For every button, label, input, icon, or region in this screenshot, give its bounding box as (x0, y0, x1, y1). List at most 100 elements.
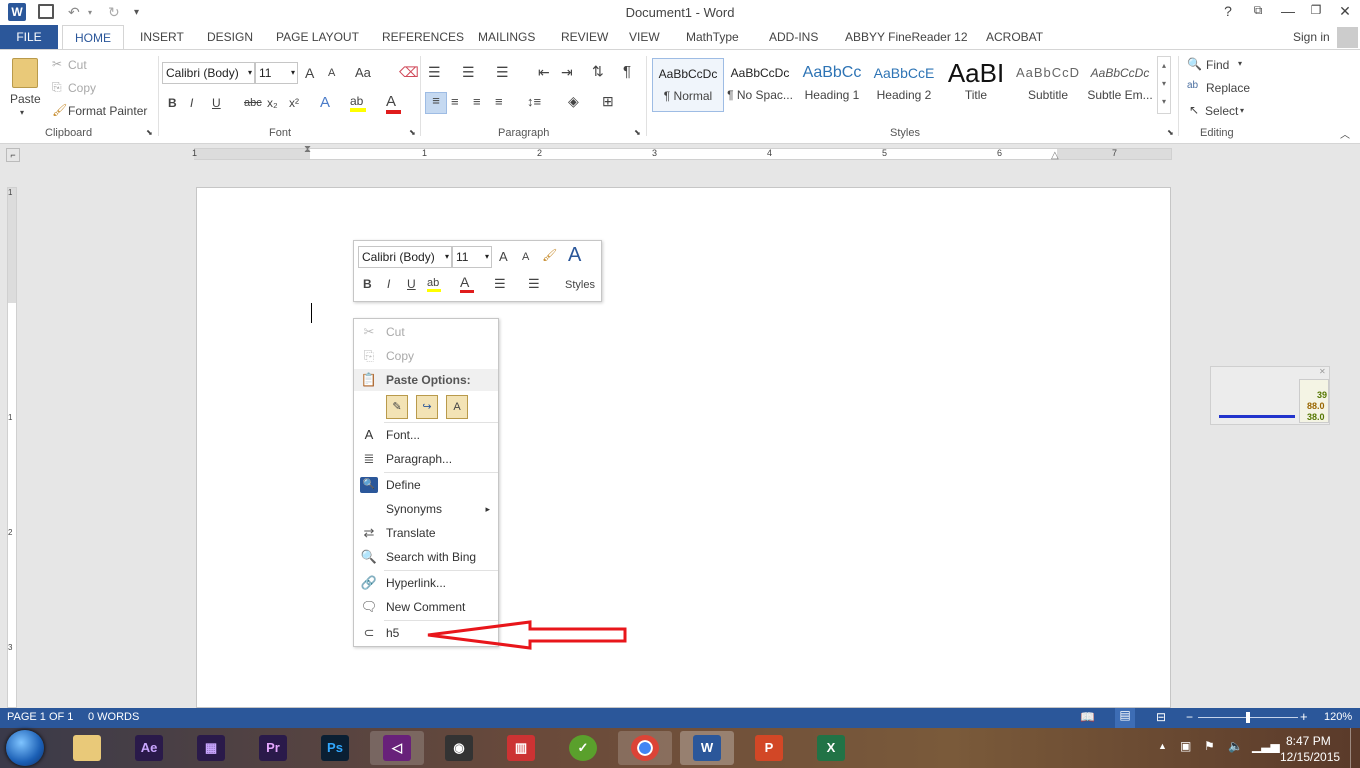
line-spacing-icon[interactable]: ↕≡ (527, 94, 541, 109)
menu-translate[interactable]: ⇄ Translate (354, 522, 498, 544)
align-center-icon[interactable]: ≡ (451, 94, 459, 109)
text-effects-button[interactable]: A (320, 94, 330, 111)
copy-button[interactable]: Copy (68, 81, 96, 95)
align-right-icon[interactable]: ≡ (473, 94, 481, 109)
align-left-icon[interactable]: ≡ (425, 92, 447, 114)
show-desktop-button[interactable] (1350, 728, 1360, 768)
shrink-font-button[interactable]: A (328, 67, 335, 79)
format-painter-button[interactable]: Format Painter (68, 104, 147, 118)
font-name-select[interactable]: Calibri (Body) ▾ (162, 62, 255, 84)
select-dropdown-icon[interactable]: ▾ (1240, 106, 1244, 115)
zoom-slider-thumb[interactable] (1246, 712, 1250, 723)
widget-close-icon[interactable]: ✕ (1319, 367, 1326, 376)
styles-scroll[interactable]: ▴ ▾ ▾ (1157, 56, 1171, 114)
clock-date[interactable]: 12/15/2015 (1280, 750, 1340, 764)
tab-page-layout[interactable]: PAGE LAYOUT (276, 30, 359, 44)
document-page[interactable] (196, 187, 1171, 708)
mini-styles-icon[interactable]: A (568, 244, 581, 267)
tray-flag-icon[interactable]: ⚑ (1204, 739, 1215, 753)
vertical-ruler[interactable]: 1 1 2 3 (7, 187, 17, 708)
mini-bold-button[interactable]: B (363, 277, 372, 291)
grow-font-button[interactable]: A (305, 65, 314, 81)
tab-insert[interactable]: INSERT (140, 30, 184, 44)
clock-time[interactable]: 8:47 PM (1286, 734, 1331, 748)
style-no-spacing[interactable]: AaBbCcDc ¶ No Spac... (724, 58, 796, 112)
style-heading-1[interactable]: AaBbCc Heading 1 (796, 58, 868, 112)
left-indent-marker-icon[interactable]: ⧗ (304, 144, 311, 155)
menu-synonyms[interactable]: Synonyms ▸ (354, 498, 498, 520)
paste-dropdown-icon[interactable]: ▾ (20, 108, 24, 117)
menu-paragraph[interactable]: ≣ Paragraph... (354, 448, 498, 470)
paragraph-launcher-icon[interactable]: ⬊ (634, 128, 641, 137)
tray-device-icon[interactable]: ▣ (1180, 739, 1191, 753)
mini-font-color-icon[interactable]: A (460, 274, 474, 293)
paste-keep-source-icon[interactable]: ✎ (386, 395, 408, 419)
read-mode-icon[interactable]: 📖 (1080, 710, 1095, 724)
explorer-taskbar-button[interactable] (60, 731, 114, 765)
volume-icon[interactable]: 🔈 (1228, 739, 1243, 753)
mini-shrink-font-icon[interactable]: A (522, 251, 529, 263)
highlight-button[interactable]: ab (350, 94, 366, 112)
bold-button[interactable]: B (168, 96, 177, 110)
increase-indent-icon[interactable]: ⇥ (561, 64, 573, 81)
style-subtitle[interactable]: AaBbCcD Subtitle (1012, 58, 1084, 112)
word-count[interactable]: 0 WORDS (88, 711, 139, 723)
style-heading-2[interactable]: AaBbCcE Heading 2 (868, 58, 940, 112)
numbering-icon[interactable]: ☰ (462, 64, 475, 81)
tab-selector-icon[interactable]: ⌐ (6, 148, 20, 162)
strikethrough-button[interactable]: abc (244, 97, 262, 109)
tab-mathtype[interactable]: MathType (686, 30, 739, 44)
font-size-select[interactable]: 11 ▾ (255, 62, 298, 84)
menu-hyperlink[interactable]: 🔗 Hyperlink... (354, 572, 498, 594)
tab-mailings[interactable]: MAILINGS (478, 30, 535, 44)
mini-italic-button[interactable]: I (387, 277, 390, 291)
cut-button[interactable]: Cut (68, 58, 87, 72)
mini-underline-button[interactable]: U (407, 277, 416, 291)
styles-launcher-icon[interactable]: ⬊ (1167, 128, 1174, 137)
superscript-button[interactable]: x² (289, 96, 299, 110)
print-layout-icon[interactable]: ▤ (1115, 708, 1135, 728)
mini-font-name-select[interactable]: Calibri (Body) ▾ (358, 246, 452, 268)
tab-view[interactable]: VIEW (629, 30, 660, 44)
show-hide-button[interactable]: ¶ (623, 63, 631, 80)
tab-review[interactable]: REVIEW (561, 30, 608, 44)
mini-numbering-icon[interactable]: ☰ (528, 276, 540, 292)
mini-grow-font-icon[interactable]: A (499, 249, 508, 264)
premiere-encoder-taskbar-button[interactable]: ▦ (184, 731, 238, 765)
font-launcher-icon[interactable]: ⬊ (409, 128, 416, 137)
style-normal[interactable]: AaBbCcDc ¶ Normal (652, 58, 724, 112)
style-title[interactable]: AaBI Title (940, 58, 1012, 112)
font-color-button[interactable]: A (386, 93, 401, 114)
camera-taskbar-button[interactable]: ◉ (432, 731, 486, 765)
mini-font-size-select[interactable]: 11 ▾ (452, 246, 492, 268)
menu-font[interactable]: A Font... (354, 424, 498, 446)
clipboard-launcher-icon[interactable]: ⬊ (146, 128, 153, 137)
web-layout-icon[interactable]: ⊟ (1156, 710, 1166, 724)
italic-button[interactable]: I (190, 96, 193, 110)
clear-formatting-icon[interactable]: ⌫ (399, 64, 419, 81)
close-button[interactable]: ✕ (1333, 3, 1357, 20)
tab-references[interactable]: REFERENCES (382, 30, 464, 44)
tab-add-ins[interactable]: ADD-INS (769, 30, 818, 44)
tab-file[interactable]: FILE (0, 25, 58, 49)
sign-in-link[interactable]: Sign in (1293, 30, 1330, 44)
after-effects-taskbar-button[interactable]: Ae (122, 731, 176, 765)
floating-monitor-widget[interactable]: 39 88.0 38.0 ✕ (1210, 366, 1330, 425)
underline-button[interactable]: U (212, 96, 221, 110)
paste-icon[interactable] (12, 58, 38, 88)
replace-button[interactable]: Replace (1206, 81, 1250, 95)
shading-icon[interactable]: ◈ (568, 93, 579, 110)
ribbon-display-icon[interactable]: ⧉ (1246, 3, 1270, 18)
tab-design[interactable]: DESIGN (207, 30, 253, 44)
word-taskbar-button[interactable]: W (680, 731, 734, 765)
collapse-ribbon-icon[interactable]: ︿ (1340, 126, 1350, 141)
visual-studio-taskbar-button[interactable]: ◁ (370, 731, 424, 765)
paste-text-only-icon[interactable]: A (446, 395, 468, 419)
mini-styles-button[interactable]: Styles (565, 279, 595, 291)
network-taskbar-button[interactable]: ▥ (494, 731, 548, 765)
menu-search-bing[interactable]: 🔍 Search with Bing (354, 546, 498, 568)
style-subtle-emphasis[interactable]: AaBbCcDc Subtle Em... (1084, 58, 1156, 112)
horizontal-ruler[interactable]: ⌐ 1 1 2 3 4 5 6 7 ⧗ △ (0, 144, 1360, 166)
decrease-indent-icon[interactable]: ⇤ (538, 64, 550, 81)
tab-abbyy[interactable]: ABBYY FineReader 12 (845, 30, 968, 44)
